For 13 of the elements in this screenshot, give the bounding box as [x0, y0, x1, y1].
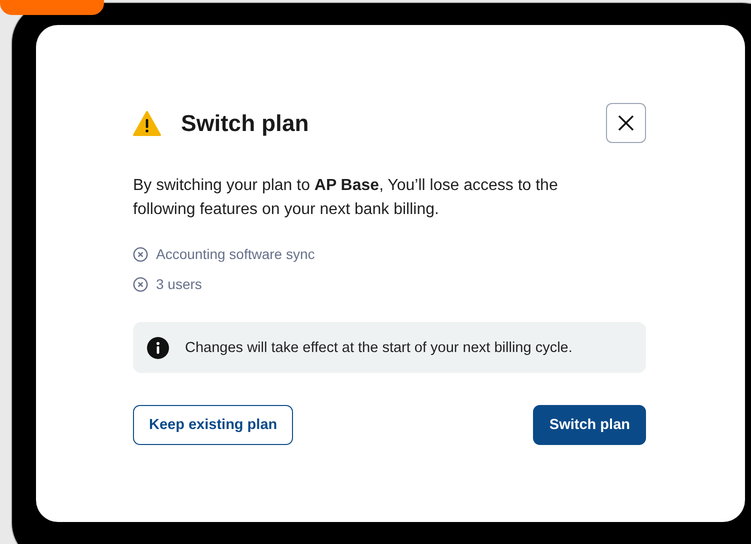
notice-text: Changes will take effect at the start of your next billing cycle.	[185, 340, 572, 356]
feature-text: Accounting software sync	[156, 245, 315, 263]
dialog-message: By switching your plan to AP Base, You’ll lose access to the following features on your next bank billing.	[133, 176, 559, 220]
feature-text: 3 users	[156, 275, 202, 293]
warning-icon	[133, 110, 161, 136]
switch-plan-button[interactable]: Switch plan	[533, 405, 646, 445]
close-icon	[617, 114, 635, 132]
x-circle-icon	[133, 276, 148, 292]
close-button[interactable]	[606, 103, 646, 143]
x-circle-icon	[133, 246, 148, 262]
dialog-title: Switch plan	[181, 110, 309, 136]
keep-plan-button[interactable]: Keep existing plan	[133, 405, 294, 445]
info-icon	[147, 336, 169, 358]
